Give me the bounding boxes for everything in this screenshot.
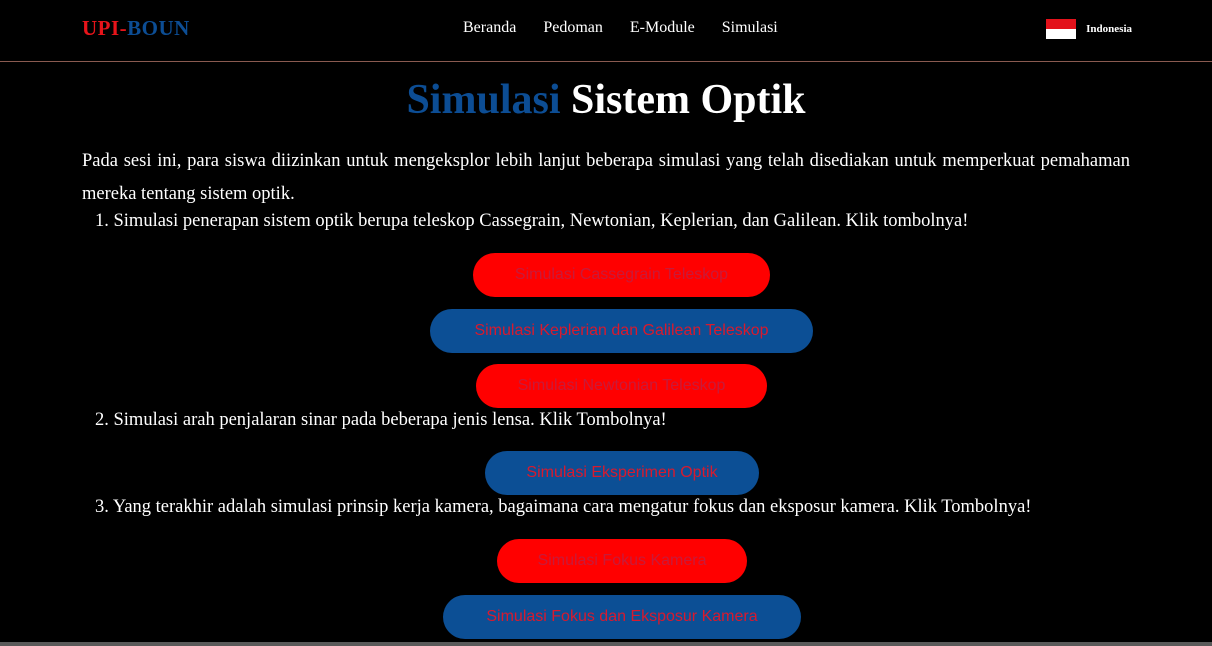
camera-focus-simulation-button[interactable]: Simulasi Fokus Kamera — [497, 539, 747, 583]
language-selector[interactable]: Indonesia — [1046, 19, 1132, 39]
list-item-1: 1. Simulasi penerapan sistem optik berup… — [95, 211, 969, 231]
focus-exposure-simulation-button[interactable]: Simulasi Fokus dan Eksposur Kamera — [443, 595, 801, 639]
page-title: Simulasi Sistem Optik — [0, 76, 1212, 124]
window-bottom-edge — [0, 642, 1212, 646]
brand-logo[interactable]: UPI-BOUN — [82, 16, 190, 41]
language-label: Indonesia — [1086, 23, 1132, 35]
nav-item-beranda[interactable]: Beranda — [463, 19, 516, 37]
nav-item-simulasi[interactable]: Simulasi — [722, 19, 778, 37]
cassegrain-simulation-button[interactable]: Simulasi Cassegrain Teleskop — [473, 253, 770, 297]
keplerian-galilean-simulation-button[interactable]: Simulasi Keplerian dan Galilean Teleskop — [430, 309, 813, 353]
brand-part-2: BOUN — [127, 16, 190, 40]
list-item-3: 3. Yang terakhir adalah simulasi prinsip… — [95, 497, 1032, 517]
page-title-part-2: Sistem Optik — [560, 77, 806, 123]
indonesia-flag-icon — [1046, 19, 1077, 39]
list-item-2: 2. Simulasi arah penjalaran sinar pada b… — [95, 410, 667, 430]
newtonian-simulation-button[interactable]: Simulasi Newtonian Teleskop — [476, 364, 767, 408]
page-title-part-1: Simulasi — [406, 77, 561, 123]
nav-item-pedoman[interactable]: Pedoman — [543, 19, 603, 37]
nav-item-e-module[interactable]: E-Module — [630, 19, 695, 37]
brand-part-1: UPI- — [82, 16, 128, 40]
nav-menu: Beranda Pedoman E-Module Simulasi — [463, 19, 805, 37]
intro-paragraph: Pada sesi ini, para siswa diizinkan untu… — [82, 151, 1130, 204]
navbar: UPI-BOUN Beranda Pedoman E-Module Simula… — [0, 0, 1212, 62]
optics-experiment-simulation-button[interactable]: Simulasi Eksperimen Optik — [485, 451, 759, 495]
